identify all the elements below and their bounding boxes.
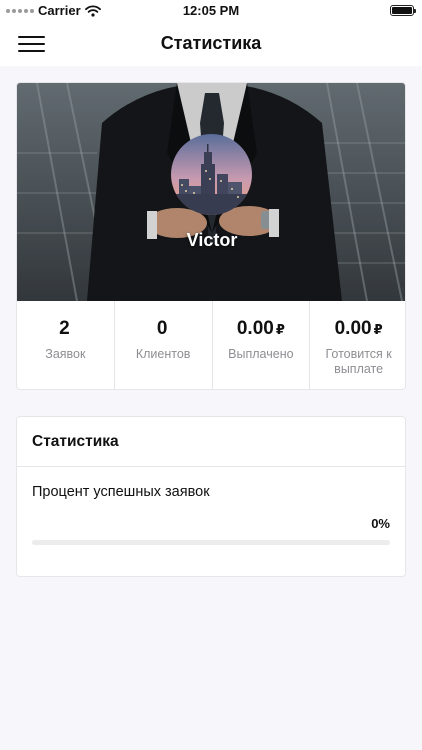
stat-clients: 0 Клиентов bbox=[113, 301, 212, 389]
stat-label: Клиентов bbox=[135, 347, 191, 361]
stat-value: 0.00 ₽ bbox=[213, 318, 310, 340]
success-rate-label: Процент успешных заявок bbox=[32, 484, 210, 500]
stat-label: Готовится к выплате bbox=[325, 347, 392, 376]
navigation-bar: Статистика bbox=[0, 22, 422, 66]
stat-paid: 0.00 ₽ Выплачено bbox=[211, 301, 310, 389]
stat-label: Заявок bbox=[45, 347, 86, 361]
stat-number: 0 bbox=[156, 318, 168, 339]
user-name: Victor bbox=[186, 230, 238, 250]
success-rate-progress-bar bbox=[32, 540, 390, 545]
statistics-card: Статистика Процент успешных заявок 0% bbox=[16, 416, 406, 577]
stat-number: 0.00 bbox=[334, 318, 372, 339]
currency-symbol: ₽ bbox=[373, 322, 383, 337]
battery-icon bbox=[390, 5, 416, 16]
divider bbox=[17, 466, 405, 467]
status-bar: Carrier 12:05 PM bbox=[0, 0, 422, 22]
statistics-title: Статистика bbox=[32, 433, 119, 450]
profile-cover-image: Victor bbox=[17, 83, 405, 301]
stat-value: 0 bbox=[115, 318, 212, 340]
stat-label: Выплачено bbox=[228, 347, 294, 361]
page-title: Статистика bbox=[160, 33, 262, 53]
success-rate-value: 0% bbox=[371, 516, 390, 531]
stat-value: 0.00 ₽ bbox=[310, 318, 405, 340]
profile-card: Victor 2 Заявок 0 Клиентов 0.00 ₽ Выплаче… bbox=[16, 82, 406, 390]
status-time: 12:05 PM bbox=[182, 3, 240, 18]
stat-value: 2 bbox=[17, 318, 114, 340]
stat-number: 2 bbox=[59, 318, 70, 339]
stat-number: 0.00 bbox=[236, 318, 274, 339]
stat-pending-payout: 0.00 ₽ Готовится к выплате bbox=[309, 301, 405, 389]
stat-requests: 2 Заявок bbox=[17, 301, 114, 389]
profile-stats: 2 Заявок 0 Клиентов 0.00 ₽ Выплачено 0.00… bbox=[17, 301, 405, 389]
city-skyline-avatar[interactable] bbox=[171, 134, 252, 215]
currency-symbol: ₽ bbox=[275, 322, 285, 337]
